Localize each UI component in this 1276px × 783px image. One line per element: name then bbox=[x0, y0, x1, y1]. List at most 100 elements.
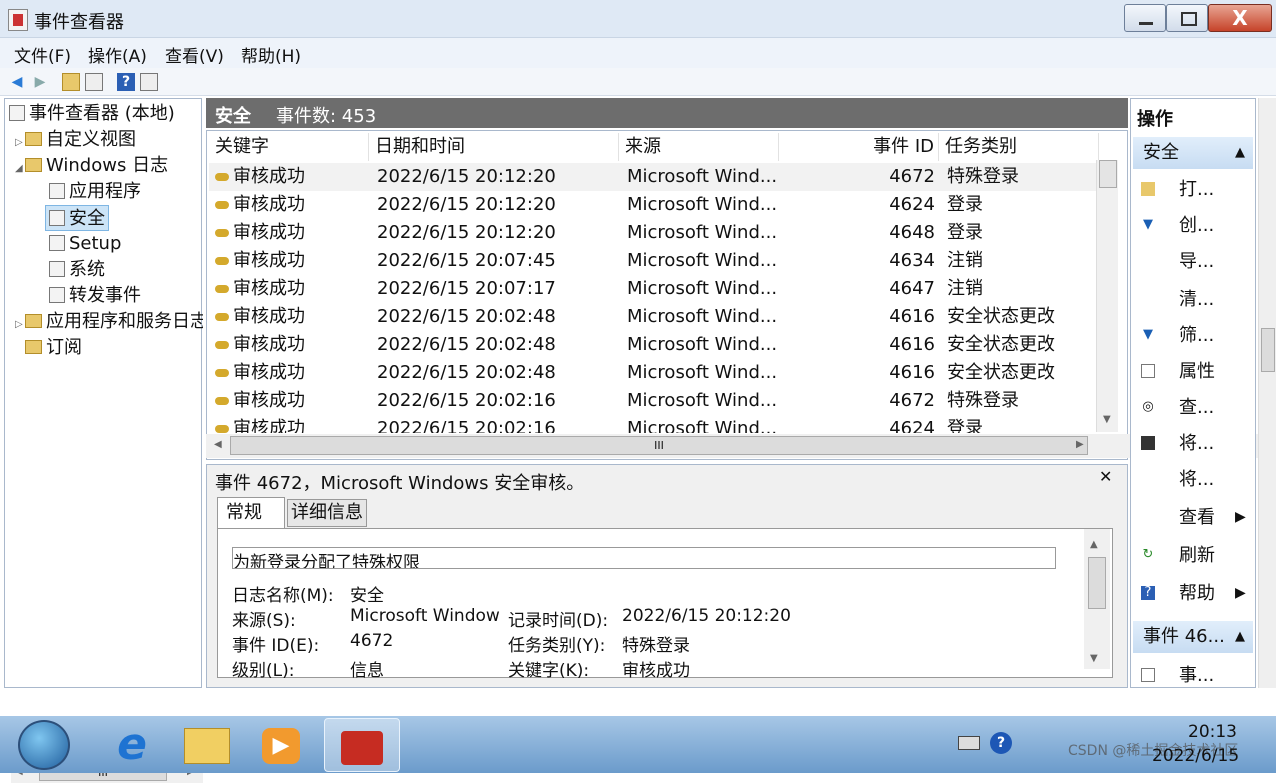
help-tray-icon[interactable]: ? bbox=[990, 732, 1012, 754]
tree-item-windows-logs[interactable]: ◢ Windows 日志 bbox=[15, 153, 168, 179]
scroll-thumb[interactable] bbox=[1088, 557, 1106, 609]
table-row[interactable]: 审核成功 2022/6/15 20:02:48 Microsoft Wind... 4… bbox=[209, 359, 1097, 387]
tree-item-label: 应用程序和服务日志 bbox=[46, 311, 203, 332]
tab-details[interactable]: 详细信息 bbox=[287, 499, 367, 527]
table-row[interactable]: 审核成功 2022/6/15 20:12:20 Microsoft Wind... 4… bbox=[209, 191, 1097, 219]
help-icon[interactable]: ? bbox=[117, 73, 135, 91]
action-find[interactable]: ◎ 查... bbox=[1131, 389, 1253, 426]
action-save-all-events[interactable]: 将... bbox=[1131, 425, 1253, 462]
menu-view[interactable]: 查看(V) bbox=[165, 42, 224, 67]
event-viewer-task-button[interactable] bbox=[324, 718, 400, 772]
table-row[interactable]: 审核成功 2022/6/15 20:02:16 Microsoft Wind... 4… bbox=[209, 415, 1097, 433]
action-properties[interactable]: 属性 bbox=[1131, 353, 1253, 390]
event-list-vertical-scrollbar[interactable]: ▼ bbox=[1096, 160, 1118, 432]
cell-datetime: 2022/6/15 20:12:20 bbox=[377, 222, 556, 243]
show-hide-tree-icon[interactable] bbox=[85, 73, 103, 91]
action-view[interactable]: 查看 ▶ bbox=[1131, 499, 1253, 536]
field-logged: 2022/6/15 20:12:20 bbox=[622, 606, 791, 626]
table-row[interactable]: 审核成功 2022/6/15 20:12:20 Microsoft Wind... 4… bbox=[209, 163, 1097, 191]
action-clear-log[interactable]: 清... bbox=[1131, 281, 1253, 318]
scroll-thumb[interactable] bbox=[1261, 328, 1275, 372]
collapse-details-icon[interactable]: ✕ bbox=[1099, 467, 1112, 486]
actions-section-security[interactable]: 安全 ▲ bbox=[1133, 137, 1253, 169]
table-row[interactable]: 审核成功 2022/6/15 20:12:20 Microsoft Wind... 4… bbox=[209, 219, 1097, 247]
action-create-custom-view[interactable]: ▼ 创... bbox=[1131, 207, 1253, 244]
tree-item-application[interactable]: 应用程序 bbox=[49, 179, 141, 205]
cell-keyword: 审核成功 bbox=[233, 418, 305, 433]
action-import-custom-view[interactable]: 导... bbox=[1131, 243, 1253, 280]
details-title: 事件 4672，Microsoft Windows 安全审核。 bbox=[215, 473, 585, 494]
tree-item-app-services-logs[interactable]: ▷ 应用程序和服务日志 bbox=[15, 309, 203, 335]
details-vertical-scrollbar[interactable]: ▲ ▼ bbox=[1084, 529, 1110, 669]
tree-item-security[interactable]: 安全 bbox=[45, 205, 109, 231]
back-arrow-icon[interactable]: ◀ bbox=[8, 73, 26, 91]
internet-explorer-icon[interactable]: e bbox=[96, 718, 168, 772]
table-row[interactable]: 审核成功 2022/6/15 20:02:48 Microsoft Wind... 4… bbox=[209, 331, 1097, 359]
event-message-box[interactable]: 为新登录分配了特殊权限 bbox=[232, 547, 1056, 569]
scroll-thumb[interactable]: III bbox=[230, 436, 1088, 455]
actions-section-event[interactable]: 事件 46... ▲ bbox=[1133, 621, 1253, 653]
scroll-left-icon[interactable]: ◀ bbox=[214, 439, 222, 450]
forward-arrow-icon[interactable]: ▶ bbox=[31, 73, 49, 91]
event-list-horizontal-scrollbar[interactable]: ◀ III ▶ bbox=[206, 434, 1276, 458]
table-row[interactable]: 审核成功 2022/6/15 20:07:17 Microsoft Wind... 4… bbox=[209, 275, 1097, 303]
column-source[interactable]: 来源 bbox=[619, 133, 779, 161]
field-event-id: 4672 bbox=[350, 631, 394, 651]
action-attach-task[interactable]: 将... bbox=[1131, 461, 1253, 498]
table-row[interactable]: 审核成功 2022/6/15 20:02:16 Microsoft Wind... 4… bbox=[209, 387, 1097, 415]
restore-button[interactable] bbox=[1166, 4, 1208, 32]
tree-item-label: 订阅 bbox=[46, 337, 82, 358]
tree-item-root[interactable]: 事件查看器 (本地) bbox=[9, 101, 175, 127]
collapse-up-icon[interactable]: ▲ bbox=[1235, 137, 1245, 169]
scroll-up-icon[interactable]: ▲ bbox=[1090, 539, 1098, 550]
scroll-thumb[interactable] bbox=[1099, 160, 1117, 188]
tree-item-forwarded-events[interactable]: 转发事件 bbox=[49, 283, 141, 309]
keyboard-icon[interactable] bbox=[958, 736, 980, 750]
cell-source: Microsoft Wind... bbox=[627, 306, 778, 327]
cell-source: Microsoft Wind... bbox=[627, 390, 778, 411]
tree-item-custom-views[interactable]: ▷ 自定义视图 bbox=[15, 127, 136, 153]
minimize-button[interactable] bbox=[1124, 4, 1166, 32]
action-event-properties[interactable]: 事... bbox=[1131, 657, 1253, 694]
collapse-arrow-icon[interactable]: ◢ bbox=[15, 156, 25, 182]
toolbox-icon bbox=[341, 731, 383, 765]
action-filter-log[interactable]: ▼ 筛... bbox=[1131, 317, 1253, 354]
save-icon bbox=[1141, 436, 1155, 450]
action-label: 查... bbox=[1179, 397, 1215, 418]
show-hide-action-pane-icon[interactable] bbox=[140, 73, 158, 91]
table-row[interactable]: 审核成功 2022/6/15 20:07:45 Microsoft Wind... 4… bbox=[209, 247, 1097, 275]
tree-item-setup[interactable]: Setup bbox=[49, 231, 121, 257]
action-help[interactable]: ? 帮助 ▶ bbox=[1131, 575, 1253, 612]
column-event-id[interactable]: 事件 ID bbox=[779, 133, 939, 161]
cell-datetime: 2022/6/15 20:02:48 bbox=[377, 306, 556, 327]
explorer-icon[interactable] bbox=[172, 718, 244, 772]
start-button[interactable] bbox=[18, 720, 70, 770]
menu-file[interactable]: 文件(F) bbox=[14, 42, 71, 67]
scroll-down-icon[interactable]: ▼ bbox=[1103, 414, 1111, 425]
action-label: 将... bbox=[1179, 433, 1215, 454]
tree-item-system[interactable]: 系统 bbox=[49, 257, 105, 283]
menu-action[interactable]: 操作(A) bbox=[88, 42, 147, 67]
clock-time[interactable]: 20:13 bbox=[1188, 722, 1237, 742]
scroll-right-icon[interactable]: ▶ bbox=[1076, 439, 1084, 450]
up-folder-icon[interactable] bbox=[62, 73, 80, 91]
close-button[interactable]: X bbox=[1208, 4, 1272, 32]
media-player-icon[interactable]: ▶ bbox=[246, 718, 318, 772]
cell-source: Microsoft Wind... bbox=[627, 362, 778, 383]
collapse-up-icon[interactable]: ▲ bbox=[1235, 621, 1245, 653]
menu-help[interactable]: 帮助(H) bbox=[241, 42, 301, 67]
tree-item-subscriptions[interactable]: 订阅 bbox=[25, 335, 82, 361]
column-task-category[interactable]: 任务类别 bbox=[939, 133, 1099, 161]
field-source: Microsoft Windows bbox=[350, 606, 500, 626]
actions-vertical-scrollbar[interactable] bbox=[1258, 98, 1276, 688]
tab-general[interactable]: 常规 bbox=[217, 497, 285, 529]
column-datetime[interactable]: 日期和时间 bbox=[369, 133, 619, 161]
action-refresh[interactable]: ↻ 刷新 bbox=[1131, 537, 1253, 574]
scroll-down-icon[interactable]: ▼ bbox=[1090, 653, 1098, 664]
clock-date[interactable]: 2022/6/15 bbox=[1152, 746, 1239, 766]
expand-arrow-icon[interactable]: ▷ bbox=[15, 312, 25, 335]
action-open-saved-log[interactable]: 打... bbox=[1131, 171, 1253, 208]
tree-item-label: 系统 bbox=[69, 259, 105, 280]
column-keyword[interactable]: 关键字 bbox=[209, 133, 369, 161]
table-row[interactable]: 审核成功 2022/6/15 20:02:48 Microsoft Wind... 4… bbox=[209, 303, 1097, 331]
